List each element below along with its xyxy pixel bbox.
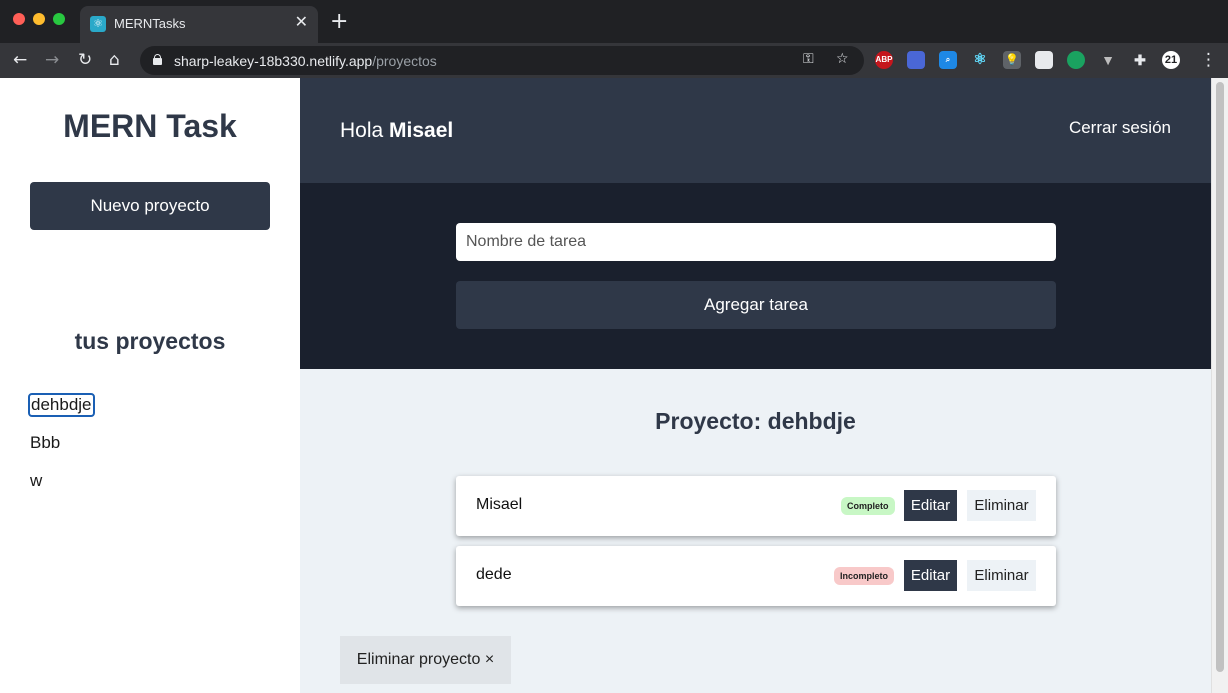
browser-titlebar: ⚛ MERNTasks ✕ + bbox=[0, 0, 1228, 43]
page-scrollbar[interactable] bbox=[1211, 78, 1228, 693]
badge-21-icon[interactable]: 21 bbox=[1162, 51, 1180, 69]
back-icon[interactable]: ← bbox=[13, 49, 27, 71]
menu-kebab-icon[interactable]: ⋮ bbox=[1200, 49, 1217, 71]
project-link-bbb[interactable]: Bbb bbox=[30, 433, 60, 453]
project-link-dehbdje[interactable]: dehbdje bbox=[28, 393, 95, 417]
app-logo: MERN Task bbox=[63, 108, 237, 144]
react-favicon-icon: ⚛ bbox=[90, 16, 106, 32]
task-name-input[interactable] bbox=[456, 223, 1056, 261]
wappalyzer-icon[interactable] bbox=[907, 51, 925, 69]
main-content: Hola Misael Cerrar sesión Agregar tarea … bbox=[300, 78, 1211, 693]
projects-heading: tus proyectos bbox=[74, 328, 226, 354]
delete-task-button[interactable]: Eliminar bbox=[967, 560, 1036, 591]
paint-ext-icon[interactable] bbox=[1035, 51, 1053, 69]
key-icon[interactable]: ⚿ bbox=[803, 51, 814, 67]
greeting: Hola Misael bbox=[340, 119, 454, 142]
app-header: Hola Misael Cerrar sesión bbox=[300, 78, 1211, 183]
close-window-button[interactable] bbox=[13, 13, 25, 25]
project-title: Proyecto: dehbdje bbox=[655, 408, 856, 434]
task-name: dede bbox=[476, 566, 512, 583]
edit-task-button[interactable]: Editar bbox=[904, 490, 957, 521]
tab-close-icon[interactable]: ✕ bbox=[295, 14, 308, 32]
user-name: Misael bbox=[389, 119, 454, 142]
task-item: dede Incompleto Editar Eliminar bbox=[456, 546, 1056, 606]
url-text: sharp-leakey-18b330.netlify.app/proyecto… bbox=[174, 53, 437, 69]
status-badge-complete[interactable]: Completo bbox=[841, 497, 895, 515]
sidebar: MERN Task Nuevo proyecto tus proyectos d… bbox=[0, 78, 300, 693]
reload-icon[interactable]: ↻ bbox=[78, 49, 92, 71]
new-project-button[interactable]: Nuevo proyecto bbox=[30, 182, 270, 230]
lightbulb-ext-icon[interactable]: 💡 bbox=[1003, 51, 1021, 69]
abp-icon[interactable]: ABP bbox=[875, 51, 893, 69]
react-devtools-icon[interactable]: ⚛ bbox=[971, 51, 989, 69]
logout-button[interactable]: Cerrar sesión bbox=[1069, 118, 1171, 138]
delete-project-button[interactable]: Eliminar proyecto × bbox=[340, 636, 511, 684]
task-name: Misael bbox=[476, 496, 523, 513]
browser-tab[interactable]: ⚛ MERNTasks ✕ bbox=[80, 6, 318, 43]
star-icon[interactable]: ☆ bbox=[836, 51, 849, 67]
delete-task-button[interactable]: Eliminar bbox=[967, 490, 1036, 521]
status-badge-incomplete[interactable]: Incompleto bbox=[834, 567, 895, 585]
puzzle-icon[interactable]: ✚ bbox=[1131, 51, 1149, 69]
browser-toolbar: ← → ↻ ⌂ sharp-leakey-18b330.netlify.app/… bbox=[0, 43, 1228, 78]
forward-icon[interactable]: → bbox=[45, 49, 59, 71]
add-task-button[interactable]: Agregar tarea bbox=[456, 281, 1056, 329]
new-tab-button[interactable]: + bbox=[330, 11, 348, 33]
green-dot-icon[interactable] bbox=[1067, 51, 1085, 69]
home-icon[interactable]: ⌂ bbox=[109, 49, 120, 71]
project-link-w[interactable]: w bbox=[30, 471, 42, 491]
task-form: Agregar tarea bbox=[300, 183, 1211, 369]
scrollbar-thumb[interactable] bbox=[1216, 82, 1224, 672]
edit-task-button[interactable]: Editar bbox=[904, 560, 957, 591]
tab-title: MERNTasks bbox=[114, 16, 186, 31]
lock-icon bbox=[153, 54, 162, 65]
vue-devtools-icon[interactable]: ▼ bbox=[1099, 51, 1117, 69]
maximize-window-button[interactable] bbox=[53, 13, 65, 25]
task-item: Misael Completo Editar Eliminar bbox=[456, 476, 1056, 536]
address-bar[interactable]: sharp-leakey-18b330.netlify.app/proyecto… bbox=[140, 46, 864, 75]
minimize-window-button[interactable] bbox=[33, 13, 45, 25]
search-ext-icon[interactable]: ⌕ bbox=[939, 51, 957, 69]
